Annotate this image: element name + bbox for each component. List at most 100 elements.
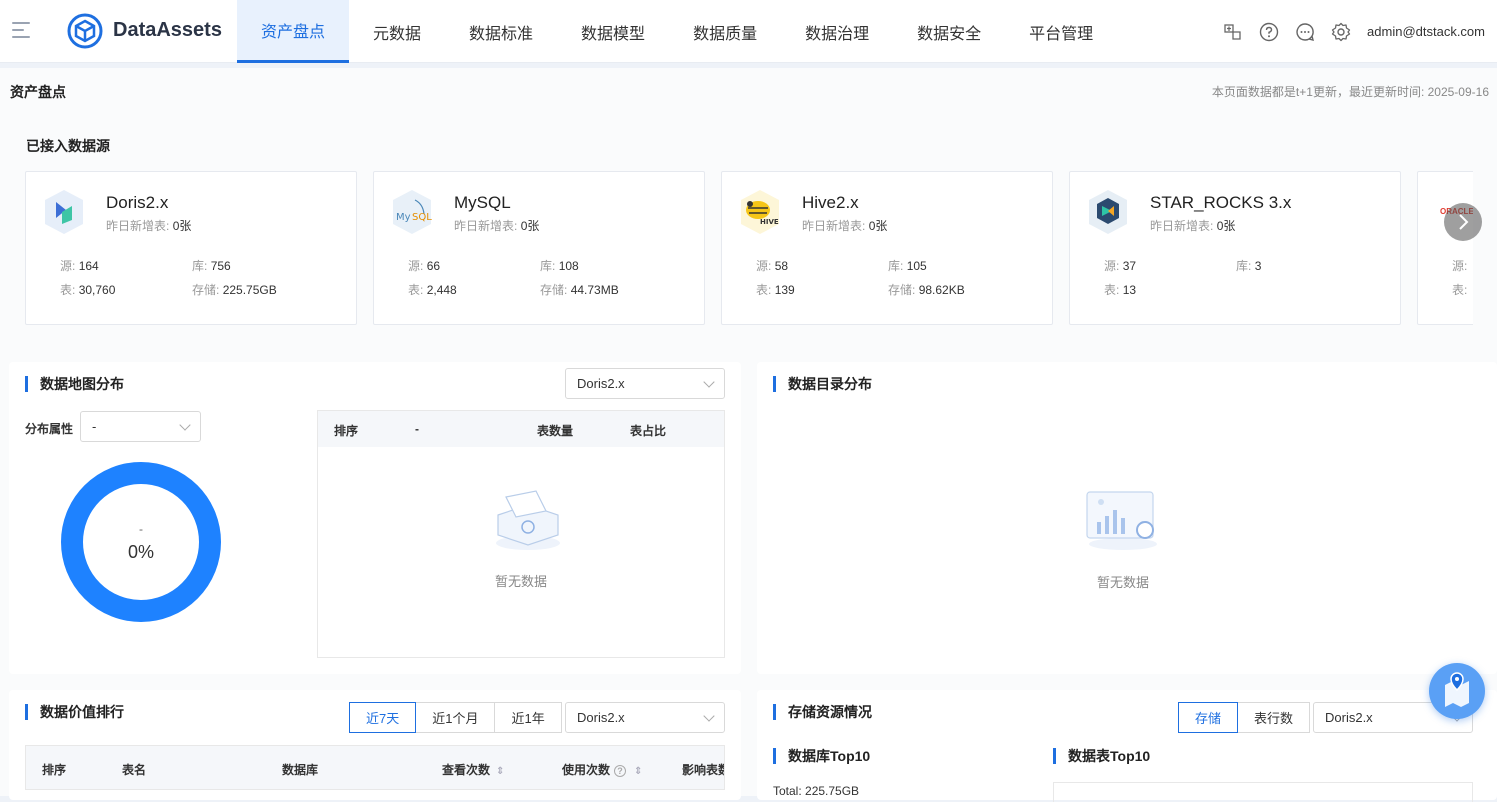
top-bar: DataAssets 资产盘点 元数据 数据标准 数据模型 数据质量 数据治理 … xyxy=(0,0,1497,63)
map-pin-icon xyxy=(1445,672,1469,707)
table-count: 表: 13 xyxy=(1104,283,1137,297)
rank-source-select[interactable]: Doris2.x xyxy=(565,702,725,733)
source-count: 源: 164 xyxy=(60,259,99,273)
source-count: 源: xyxy=(1452,259,1468,273)
panel-title: 数据地图分布 xyxy=(25,376,124,392)
hive-logo-icon: HIVE xyxy=(741,190,779,234)
nav-platform-admin[interactable]: 平台管理 xyxy=(1005,0,1117,63)
datasource-name: STAR_ROCKS 3.x xyxy=(1150,193,1292,212)
database-count: 库: 756 xyxy=(192,259,231,273)
nav-data-governance[interactable]: 数据治理 xyxy=(781,0,893,63)
datasource-card-starrocks[interactable]: STAR_ROCKS 3.x 昨日新增表: 0张 源: 37 库: 3 表: 1… xyxy=(1069,171,1401,325)
table-count: 表: 139 xyxy=(756,283,795,297)
storage-metric-toggle: 存储 表行数 xyxy=(1178,702,1311,733)
mysql-logo-icon: My SQL xyxy=(393,190,432,234)
range-1-month[interactable]: 近1个月 xyxy=(415,702,496,733)
sources-section-title: 已接入数据源 xyxy=(26,138,110,154)
table-top10-list xyxy=(1053,782,1473,802)
empty-text: 暂无数据 xyxy=(1096,575,1149,590)
chevron-down-icon xyxy=(703,710,715,722)
database-count: 库: 108 xyxy=(540,259,579,273)
datasource-name: Hive2.x xyxy=(802,193,859,212)
metric-storage[interactable]: 存储 xyxy=(1178,702,1239,733)
col-rank: 排序 xyxy=(334,424,359,438)
sort-icon: ⇕ xyxy=(496,766,505,777)
table-count: 表: 2,448 xyxy=(408,283,457,297)
col-attr: - xyxy=(415,422,419,436)
datasource-carousel: Doris2.x 昨日新增表: 0张 源: 164 库: 756 表: 30,7… xyxy=(25,171,1473,325)
nav-metadata[interactable]: 元数据 xyxy=(349,0,445,63)
yesterday-new-tables: 昨日新增表: 0张 xyxy=(802,219,888,233)
table-count: 表: 30,760 xyxy=(60,283,116,297)
table-header: 排序 - 表数量 表占比 xyxy=(318,411,724,447)
chevron-right-icon xyxy=(1459,214,1469,230)
donut-value: 0% xyxy=(127,542,154,562)
db-top10-title: 数据库Top10 xyxy=(773,748,870,764)
donut-label: - xyxy=(139,522,143,536)
help-icon[interactable] xyxy=(1259,22,1279,42)
page-title: 资产盘点 xyxy=(10,84,66,100)
empty-chart-icon xyxy=(1086,491,1157,550)
language-switch-icon[interactable] xyxy=(1223,22,1243,42)
yesterday-new-tables: 昨日新增表: 0张 xyxy=(454,219,540,233)
storage-size: 存储: 225.75GB xyxy=(192,283,277,297)
col-table-count: 表数量 xyxy=(537,424,574,438)
data-value-rank-panel: 数据价值排行 近7天 近1个月 近1年 Doris2.x 排序 表名 数据库 查… xyxy=(9,690,741,800)
storage-resource-panel: 存储资源情况 存储 表行数 Doris2.x 数据库Top10 数据表Top10… xyxy=(757,690,1497,802)
nav-data-standard[interactable]: 数据标准 xyxy=(445,0,557,63)
page-content: 资产盘点 本页面数据都是t+1更新，最近更新时间: 2025-09-16 已接入… xyxy=(0,68,1497,802)
doris-logo-icon xyxy=(45,190,83,234)
range-1-year[interactable]: 近1年 xyxy=(494,702,562,733)
carousel-next-button[interactable] xyxy=(1444,203,1482,241)
source-count: 源: 37 xyxy=(1104,259,1137,273)
info-icon[interactable]: ? xyxy=(614,765,627,777)
datasource-name: MySQL xyxy=(454,193,511,212)
nav-asset-inventory[interactable]: 资产盘点 xyxy=(237,0,350,63)
sort-icon: ⇕ xyxy=(634,766,643,777)
col-view-count[interactable]: 查看次数 ⇕ xyxy=(442,761,504,778)
range-7-days[interactable]: 近7天 xyxy=(349,702,417,733)
metric-row-count[interactable]: 表行数 xyxy=(1237,702,1311,733)
nav-data-quality[interactable]: 数据质量 xyxy=(669,0,781,63)
svg-text:My: My xyxy=(396,212,411,223)
starrocks-logo-icon xyxy=(1089,190,1127,234)
source-count: 源: 66 xyxy=(408,259,441,273)
col-table-name: 表名 xyxy=(122,763,147,777)
map-source-select[interactable]: Doris2.x xyxy=(565,368,725,399)
data-map-panel: 数据地图分布 Doris2.x 分布属性 - - 0% 排序 - 表数量 表占比… xyxy=(9,362,741,674)
floating-guide-button[interactable] xyxy=(1429,663,1485,719)
col-rank: 排序 xyxy=(42,763,67,777)
svg-text:SQL: SQL xyxy=(412,212,432,223)
settings-gear-icon[interactable] xyxy=(1331,22,1351,42)
datasource-name: Doris2.x xyxy=(106,193,169,212)
user-account[interactable]: admin@dtstack.com xyxy=(1367,24,1485,39)
datasource-card-mysql[interactable]: My SQL MySQL 昨日新增表: 0张 源: 66 库: 108 表: 2… xyxy=(373,171,705,325)
datasource-card-hive[interactable]: HIVE Hive2.x 昨日新增表: 0张 源: 58 库: 105 表: 1… xyxy=(721,171,1053,325)
col-table-ratio: 表占比 xyxy=(630,424,667,438)
update-note: 本页面数据都是t+1更新，最近更新时间: 2025-09-16 xyxy=(1211,85,1489,99)
chevron-down-icon xyxy=(179,419,191,431)
source-count: 源: 58 xyxy=(756,259,789,273)
panel-title: 存储资源情况 xyxy=(773,704,872,720)
time-range-toggle: 近7天 近1个月 近1年 xyxy=(349,702,562,733)
datasource-card-doris[interactable]: Doris2.x 昨日新增表: 0张 源: 164 库: 756 表: 30,7… xyxy=(25,171,357,325)
col-database: 数据库 xyxy=(282,763,319,777)
nav-data-model[interactable]: 数据模型 xyxy=(557,0,669,63)
empty-box-icon xyxy=(496,490,560,550)
main-nav: 资产盘点 元数据 数据标准 数据模型 数据质量 数据治理 数据安全 平台管理 xyxy=(237,0,1117,63)
col-use-count[interactable]: 使用次数? ⇕ xyxy=(562,761,642,778)
col-impact-tables: 影响表数 xyxy=(682,763,724,777)
database-count: 库: 105 xyxy=(888,259,927,273)
storage-size: 存储: 98.62KB xyxy=(888,283,965,297)
table-top10-title: 数据表Top10 xyxy=(1053,748,1150,764)
distribution-table: 排序 - 表数量 表占比 暂无数据 xyxy=(317,410,725,658)
yesterday-new-tables: 昨日新增表: 0张 xyxy=(1150,219,1236,233)
svg-text:HIVE: HIVE xyxy=(760,218,779,226)
datasource-card-oracle[interactable]: ORACLE 源: 表: xyxy=(1417,171,1473,325)
message-icon[interactable] xyxy=(1295,22,1315,42)
distribution-attr-select[interactable]: - xyxy=(80,411,201,442)
nav-data-security[interactable]: 数据安全 xyxy=(893,0,1005,63)
menu-icon[interactable] xyxy=(12,22,30,38)
yesterday-new-tables: 昨日新增表: 0张 xyxy=(106,219,192,233)
brand-name: DataAssets xyxy=(113,19,222,41)
